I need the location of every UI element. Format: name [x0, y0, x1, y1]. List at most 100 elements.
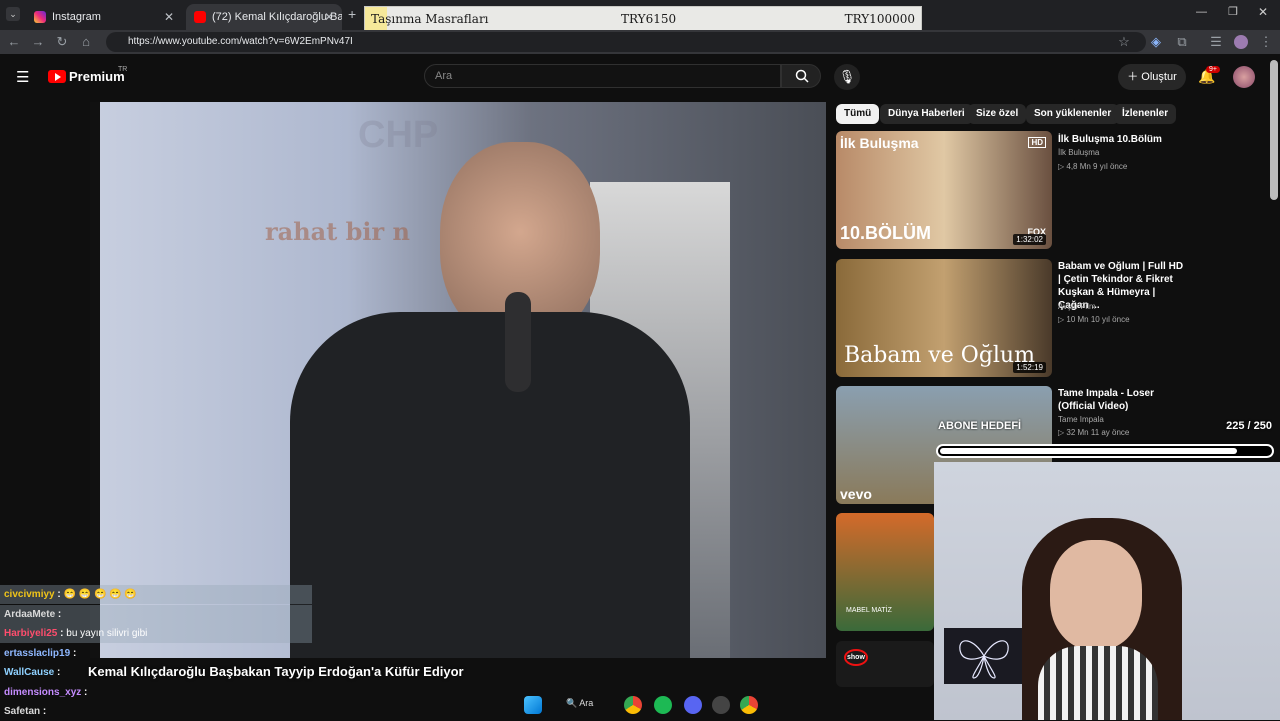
tab-instagram[interactable]: Instagram ✕ [26, 4, 182, 30]
chat-message: WallCause : [0, 663, 60, 682]
video-player[interactable]: CHP rahat bir n [90, 102, 826, 658]
chip-watched[interactable]: İzlenenler [1114, 104, 1177, 124]
instagram-icon [34, 11, 46, 24]
taskbar-search[interactable]: 🔍 Ara [566, 698, 593, 709]
taskbar-search-label: Ara [579, 698, 594, 708]
video-title[interactable]: Tame Impala - Loser (Official Video) [1058, 387, 1188, 413]
video-meta: ▷ 10 Mn 10 yıl önce [1058, 315, 1130, 324]
search-input[interactable]: Ara [424, 64, 781, 88]
window-close-button[interactable]: ✕ [1258, 5, 1268, 19]
create-button[interactable]: ＋ Oluştur [1118, 64, 1186, 90]
hd-badge: HD [1028, 137, 1046, 148]
chat-separator: : [54, 667, 61, 678]
tab-title: (72) Kemal Kılıçdaroğlu Başb [212, 11, 342, 23]
region-code: TR [118, 66, 128, 73]
chip-recent[interactable]: Son yüklenenler [1026, 104, 1120, 124]
windows-start-icon[interactable] [524, 696, 542, 714]
chip-world-news[interactable]: Dünya Haberleri [880, 104, 973, 124]
stream-chat: civcivmiyy : 😁 😁 😁 😁 😁 ArdaaMete : Harbiy… [0, 585, 320, 720]
chat-separator: : [57, 628, 67, 639]
reload-icon[interactable]: ↻ [52, 30, 72, 54]
microphone [505, 292, 531, 392]
chat-message: civcivmiyy : 😁 😁 😁 😁 😁 [0, 585, 312, 604]
donation-goal-overlay: Taşınma Masrafları TRY6150 TRY100000 [364, 6, 922, 33]
chip-for-you[interactable]: Size özel [968, 104, 1027, 124]
filter-chips: Tümü Dünya Haberleri Size özel Son yükle… [836, 104, 1276, 124]
premium-logo[interactable]: Premium [69, 69, 125, 84]
extension-icon[interactable]: ◈ [1146, 30, 1166, 54]
notification-badge: 9+ [1206, 66, 1220, 73]
tab-search-icon[interactable]: ⌄ [6, 7, 20, 21]
subscriber-progress-bar [936, 444, 1274, 458]
chrome-icon[interactable] [624, 696, 642, 714]
thumbnail-title: MABEL MATİZ [846, 607, 892, 614]
address-bar-row: ← → ↻ ⌂ https://www.youtube.com/watch?v=… [0, 30, 1280, 54]
stage-sign-chp: CHP [358, 114, 439, 156]
butterfly-frame [944, 628, 1024, 684]
obs-icon[interactable] [712, 696, 730, 714]
streamer-top [1038, 646, 1158, 720]
extensions-puzzle-icon[interactable]: ⧉ [1172, 30, 1192, 54]
video-thumbnail[interactable]: İlk Buluşma 10.BÖLÜM HD FOX 1:32:02 [836, 131, 1052, 249]
back-icon[interactable]: ← [4, 30, 24, 54]
chat-message: Safetan : [0, 702, 46, 721]
scrollbar[interactable] [1270, 60, 1278, 200]
chip-all[interactable]: Tümü [836, 104, 880, 124]
new-tab-button[interactable]: + [348, 6, 356, 22]
chrome-icon[interactable] [740, 696, 758, 714]
tab-title: Instagram [52, 11, 101, 23]
tab-youtube[interactable]: (72) Kemal Kılıçdaroğlu Başb ✕ [186, 4, 342, 30]
chat-username: ArdaaMete [4, 608, 56, 620]
minimize-button[interactable]: — [1196, 6, 1207, 18]
chat-separator: : [55, 608, 62, 620]
show-tv-logo: show [844, 649, 868, 666]
chat-username: Safetan [4, 706, 41, 717]
video-thumbnail[interactable]: MABEL MATİZ [836, 513, 934, 631]
search-icon [795, 69, 809, 83]
bookmark-icon[interactable]: ☆ [1114, 30, 1134, 54]
profile-avatar[interactable] [1234, 35, 1248, 49]
close-icon[interactable]: ✕ [324, 4, 334, 30]
chat-separator: : [54, 589, 64, 600]
subscriber-progress-fill [940, 448, 1237, 454]
discord-icon[interactable] [684, 696, 702, 714]
maximize-button[interactable]: ❐ [1228, 5, 1238, 18]
webcam-feed [934, 462, 1280, 720]
duration-badge: 1:32:02 [1013, 234, 1046, 245]
chat-message: ArdaaMete : [0, 604, 312, 624]
spotify-icon[interactable] [654, 696, 672, 714]
url-field[interactable]: https://www.youtube.com/watch?v=6W2EmPNv… [106, 32, 1146, 52]
vevo-logo: vevo [840, 486, 872, 502]
chat-username: Harbiyeli25 [4, 628, 58, 639]
chat-message: ertasslaclip19 : [0, 644, 76, 663]
reading-list-icon[interactable]: ☰ [1206, 30, 1226, 54]
chat-username: civcivmiyy [4, 589, 55, 600]
video-caption: Kemal Kılıçdaroğlu Başbakan Tayyip Erdoğ… [88, 664, 464, 679]
channel-name[interactable]: İlk Buluşma [1058, 148, 1099, 157]
video-title[interactable]: İlk Buluşma 10.Bölüm [1058, 133, 1218, 146]
menu-icon[interactable]: ⋮ [1256, 30, 1276, 54]
hamburger-icon[interactable]: ☰ [16, 68, 29, 86]
close-icon[interactable]: ✕ [164, 4, 174, 30]
video-thumbnail[interactable]: show [836, 641, 934, 687]
search-button[interactable] [781, 64, 821, 88]
home-icon[interactable]: ⌂ [76, 30, 96, 54]
subscriber-goal-count: 225 / 250 [1226, 420, 1272, 432]
speaker-body [290, 312, 690, 658]
duration-badge: 1:52:19 [1013, 362, 1046, 373]
microphone-icon[interactable]: 🎙 [834, 64, 860, 90]
forward-icon[interactable]: → [28, 30, 48, 54]
account-avatar[interactable] [1233, 66, 1255, 88]
search-icon: 🔍 [566, 698, 578, 708]
chat-text: bu yayın silivri gibi [66, 628, 148, 639]
youtube-logo-icon[interactable] [48, 70, 66, 83]
channel-name[interactable]: Avşar Film [1058, 302, 1096, 311]
chat-username: dimensions_xyz [4, 686, 82, 698]
plus-icon: ＋ [1127, 71, 1142, 83]
chat-text: 😁 😁 😁 😁 😁 [63, 589, 137, 600]
chat-separator: : [40, 706, 47, 717]
goal-current: TRY6150 [621, 12, 677, 26]
stage-banner-text: rahat bir n [265, 217, 410, 246]
youtube-icon [194, 11, 206, 24]
video-thumbnail[interactable]: Babam ve Oğlum 1:52:19 [836, 259, 1052, 377]
